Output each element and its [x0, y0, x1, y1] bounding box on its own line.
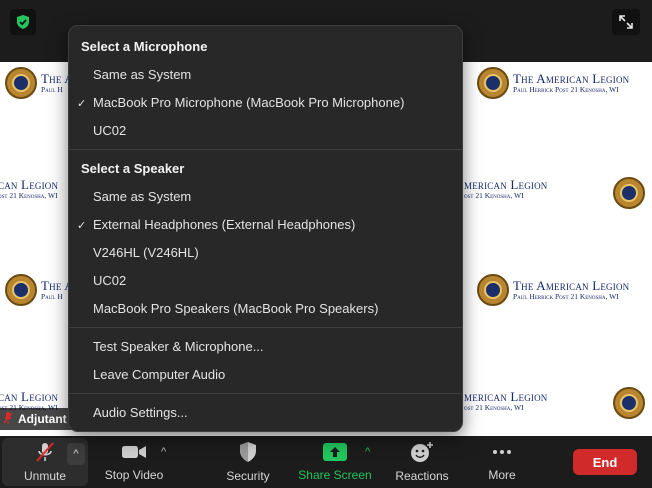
select-microphone-heading: Select a Microphone: [81, 39, 208, 54]
legion-title: The American Legion: [513, 277, 630, 293]
share-screen-label: Share Screen: [298, 468, 372, 482]
legion-subtitle: Paul Herrick Post 21 Kenosha, WI: [513, 292, 619, 302]
legion-seal-icon: [613, 177, 645, 209]
microphone-muted-icon: [36, 442, 54, 462]
speaker-option-external-headphones[interactable]: External Headphones (External Headphones…: [93, 217, 355, 232]
speaker-option-v246hl[interactable]: V246HL (V246HL): [93, 245, 199, 260]
menu-divider: [69, 149, 462, 150]
legion-logo-tile: [613, 387, 645, 419]
speaker-option-same-as-system[interactable]: Same as System: [93, 189, 191, 204]
legion-subtitle: Paul Herrick Post 21 Kenosha, WI: [513, 85, 619, 95]
legion-logo-tile: merican Legion ost 21 Kenosha, WI: [464, 177, 548, 201]
legion-title: merican Legion: [464, 177, 548, 192]
audio-options-caret-icon: ^: [73, 448, 79, 460]
share-options-caret-icon[interactable]: ^: [365, 446, 370, 458]
reactions-emoji-icon: [411, 442, 433, 462]
legion-logo-tile: merican Legion ost 21 Kenosha, WI: [464, 389, 548, 413]
stop-video-button[interactable]: Stop Video: [98, 436, 170, 488]
legion-seal-icon: [5, 274, 37, 306]
share-screen-button[interactable]: Share Screen: [294, 436, 376, 488]
video-camera-icon: [122, 446, 146, 458]
leave-computer-audio-item[interactable]: Leave Computer Audio: [93, 367, 225, 382]
speaker-option-macbook-pro-speakers[interactable]: MacBook Pro Speakers (MacBook Pro Speake…: [93, 301, 378, 316]
audio-settings-item[interactable]: Audio Settings...: [93, 405, 188, 420]
audio-options-menu: Select a Microphone Same as System ✓ Mac…: [68, 25, 463, 432]
legion-logo-tile: [613, 177, 645, 209]
legion-title: can Legion: [0, 177, 59, 192]
legion-logo-tile: The A Paul H: [5, 67, 74, 99]
share-screen-icon: [323, 443, 347, 461]
stop-video-label: Stop Video: [104, 468, 164, 482]
security-button[interactable]: Security: [220, 436, 276, 488]
check-icon: ✓: [77, 98, 87, 110]
legion-title: merican Legion: [464, 389, 548, 404]
legion-title: can Legion: [0, 389, 59, 404]
mic-option-uc02[interactable]: UC02: [93, 123, 126, 138]
more-button[interactable]: More: [478, 436, 526, 488]
muted-mic-icon: [3, 411, 13, 427]
legion-subtitle: ost 21 Kenosha, WI: [0, 191, 58, 201]
video-options-caret-icon[interactable]: ^: [161, 446, 166, 458]
unmute-label: Unmute: [23, 469, 67, 483]
legion-title: The American Legion: [513, 70, 630, 86]
security-shield-icon[interactable]: [10, 9, 36, 35]
test-speaker-microphone-item[interactable]: Test Speaker & Microphone...: [93, 339, 264, 354]
end-meeting-button[interactable]: End: [573, 449, 637, 475]
legion-seal-icon: [5, 67, 37, 99]
menu-divider: [69, 327, 462, 328]
speaker-option-uc02[interactable]: UC02: [93, 273, 126, 288]
legion-seal-icon: [613, 387, 645, 419]
menu-divider: [69, 393, 462, 394]
more-label: More: [488, 468, 516, 482]
participant-name-tag: Adjutant: [0, 408, 75, 430]
legion-logo-tile: The A Paul H: [5, 274, 74, 306]
legion-logo-tile: The American Legion Paul Herrick Post 21…: [477, 274, 629, 306]
fullscreen-icon[interactable]: [612, 9, 640, 35]
check-icon: ✓: [77, 220, 87, 232]
participant-name: Adjutant: [18, 412, 67, 426]
legion-subtitle: ost 21 Kenosha, WI: [464, 191, 524, 201]
reactions-button[interactable]: Reactions: [392, 436, 452, 488]
legion-seal-icon: [477, 67, 509, 99]
legion-seal-icon: [477, 274, 509, 306]
reactions-label: Reactions: [395, 469, 449, 483]
legion-logo-tile: The American Legion Paul Herrick Post 21…: [477, 67, 629, 99]
more-dots-icon: [493, 450, 511, 454]
meeting-toolbar: Unmute Stop Video ^ Security Share Scree…: [0, 436, 652, 488]
audio-options-caret-button[interactable]: ^: [67, 443, 85, 465]
select-speaker-heading: Select a Speaker: [81, 161, 185, 176]
security-shield-icon: [240, 442, 256, 462]
security-label: Security: [226, 469, 270, 483]
mic-option-same-as-system[interactable]: Same as System: [93, 67, 191, 82]
mic-option-macbook-pro-microphone[interactable]: MacBook Pro Microphone (MacBook Pro Micr…: [93, 95, 404, 110]
legion-subtitle: ost 21 Kenosha, WI: [464, 403, 524, 413]
legion-logo-tile: can Legion ost 21 Kenosha, WI: [0, 177, 59, 201]
